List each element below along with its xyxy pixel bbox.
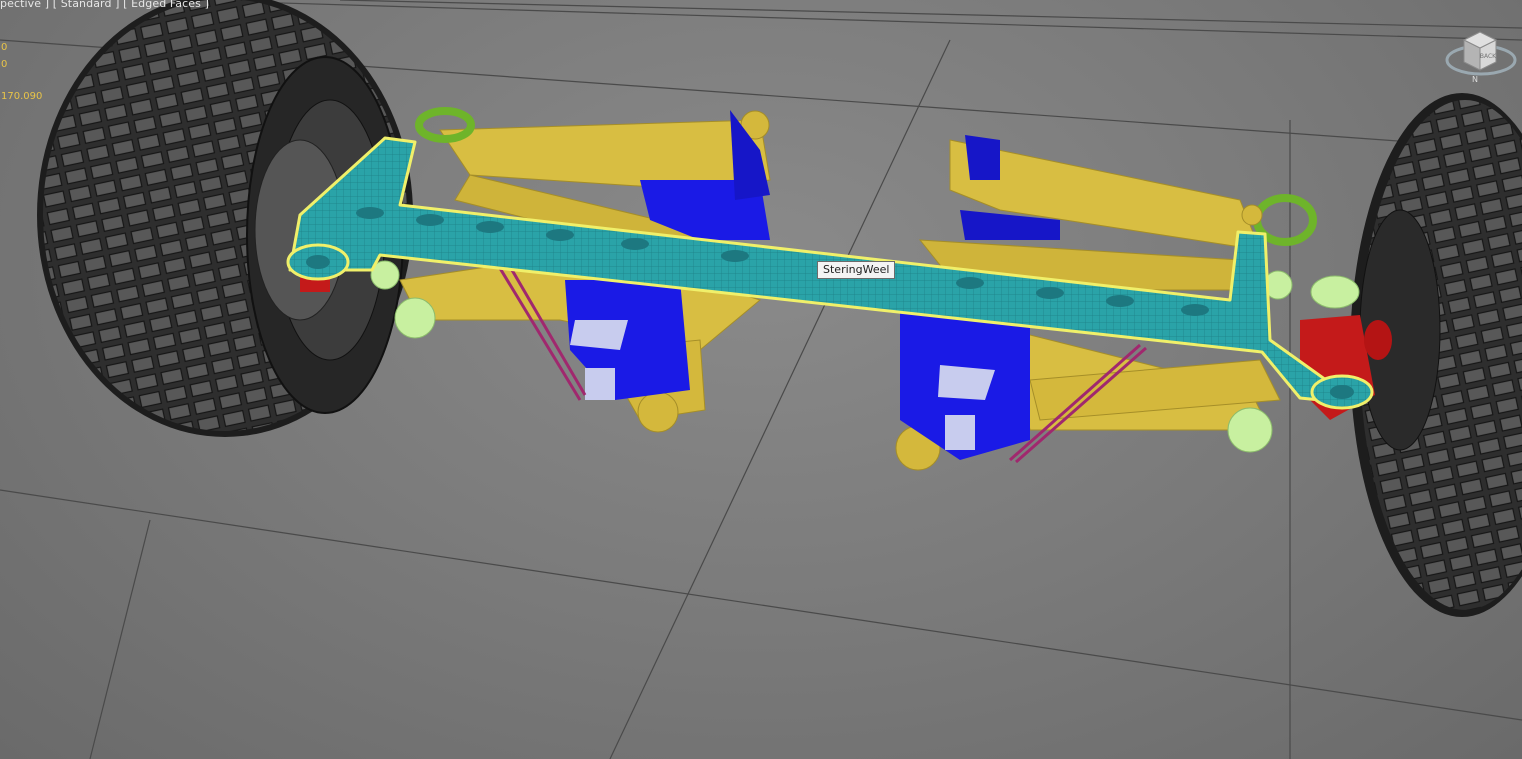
viewport-perspective[interactable]: pective ] [ Standard ] [ Edged Faces ] 0… bbox=[0, 0, 1522, 759]
stats-verts: 0 bbox=[1, 59, 8, 70]
stats-fps: 170.090 bbox=[1, 91, 43, 102]
scene-3d[interactable] bbox=[0, 0, 1522, 759]
stats-polys: 0 bbox=[1, 42, 8, 53]
object-name-tooltip: SteringWeel bbox=[817, 261, 896, 279]
viewcube-icon[interactable]: BACK N bbox=[1444, 20, 1518, 84]
viewcube-face-label: BACK bbox=[1480, 53, 1497, 60]
viewport-label[interactable]: pective ] [ Standard ] [ Edged Faces ] bbox=[0, 0, 209, 10]
compass-north-label: N bbox=[1472, 75, 1478, 84]
